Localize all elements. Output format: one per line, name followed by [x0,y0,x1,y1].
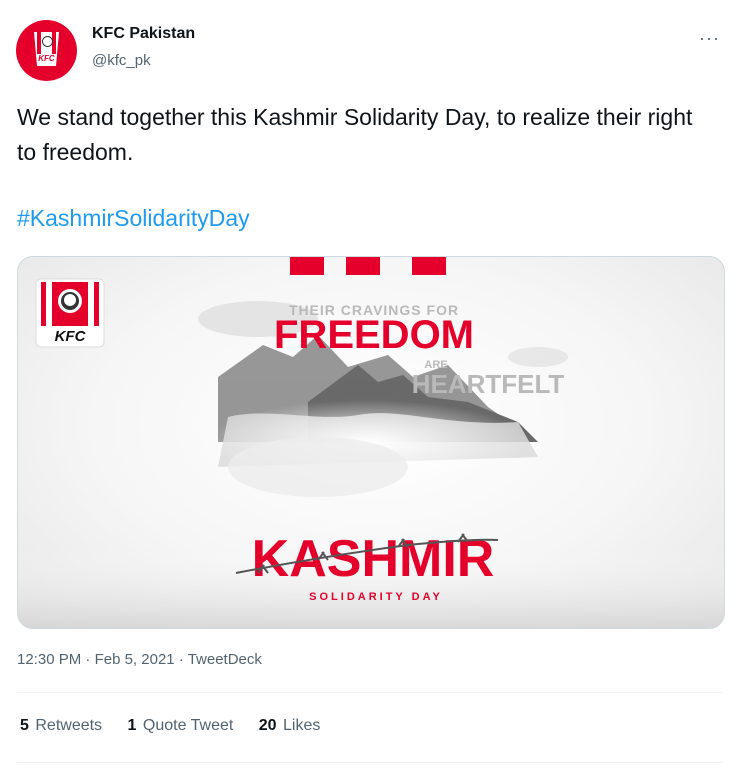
tweet-meta: 12:30 PM · Feb 5, 2021 · TweetDeck [17,651,262,668]
avatar-logo-text: KFC [38,54,55,63]
divider [17,762,723,763]
poster-line-freedom: FREEDOM [274,313,474,357]
tweet-text: We stand together this Kashmir Solidarit… [17,104,693,165]
kfc-bucket-icon: KFC [34,32,59,66]
tweet-media-image[interactable]: KFC THEIR CRAVINGS FOR FREEDOM ARE HEART… [17,256,725,629]
hashtag-link[interactable]: #KashmirSolidarityDay [17,205,250,232]
top-red-bar [290,257,324,275]
tweet-date[interactable]: Feb 5, 2021 [95,651,175,668]
colonel-face-icon [42,36,53,47]
likes-label: Likes [283,717,321,734]
likes-count: 20 [258,717,277,734]
tweet-stats: 5 Retweets 1 Quote Tweet 20 Likes [20,717,341,735]
top-red-bar [346,257,380,275]
quote-tweets-stat[interactable]: 1 Quote Tweet [128,717,234,735]
divider [17,692,723,693]
author-name[interactable]: KFC Pakistan [92,25,195,43]
meta-separator: · [81,651,95,668]
logo-text: KFC [55,328,87,345]
campaign-poster: KFC THEIR CRAVINGS FOR FREEDOM ARE HEART… [18,257,724,628]
avatar[interactable]: KFC [16,20,77,81]
tweet-source-link[interactable]: TweetDeck [188,651,262,668]
meta-separator: · [174,651,188,668]
poster-line-kashmir: KASHMIR [252,530,495,588]
likes-stat[interactable]: 20 Likes [259,717,321,735]
retweets-label: Retweets [35,717,103,734]
poster-line-solidarity: SOLIDARITY DAY [309,591,443,603]
retweets-stat[interactable]: 5 Retweets [20,717,102,735]
quotes-count: 1 [127,717,137,734]
tweet-time[interactable]: 12:30 PM [17,651,81,668]
more-options-icon[interactable]: ··· [699,28,720,49]
top-red-bar [412,257,446,275]
author-handle[interactable]: @kfc_pk [92,52,151,69]
kfc-logo: KFC [35,278,105,348]
retweets-count: 5 [20,717,29,734]
quotes-label: Quote Tweet [142,717,234,734]
poster-line-heartfelt: HEARTFELT [412,369,565,399]
